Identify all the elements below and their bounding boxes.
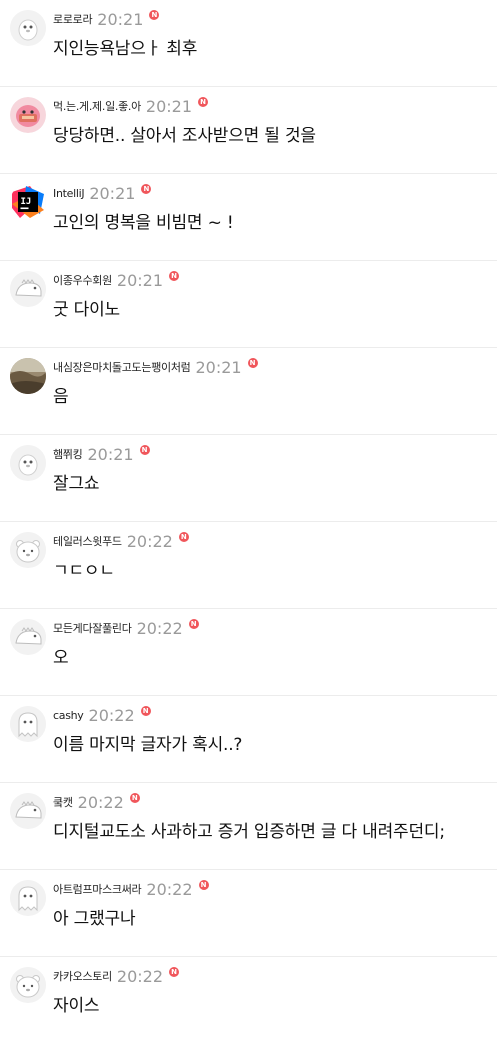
penguin-avatar-icon[interactable] [10,10,46,46]
comment-nickname[interactable]: 이종우수회원 [53,272,112,288]
comment-item: 쿸캣 20:22 N 디지털교도소 사과하고 증거 입증하면 글 다 내려주던디… [0,783,497,870]
snowbear-avatar-icon[interactable] [10,967,46,1003]
comment-item: 햄쮜킹 20:21 N 잘그쇼 [0,435,497,522]
comment-text: 굿 다이노 [53,300,120,320]
comment-item: IJ IntelliJ 20:21 N 고인의 명복을 비빔면 ~ ! [0,174,497,261]
comment-nickname[interactable]: 햄쮜킹 [53,446,83,462]
comment-nickname[interactable]: 테일러스윗푸드 [53,533,122,549]
comment-text: 아 그랬구나 [53,909,136,929]
comment-nickname[interactable]: 카카오스토리 [53,968,112,984]
comment-text: 자이스 [53,996,100,1016]
comment-item: 먹.는.게.제.일.좋.아 20:21 N 당당하면.. 살아서 조사받으면 될… [0,87,497,174]
new-badge: N [139,445,150,455]
ghost-avatar-icon[interactable] [10,880,46,916]
new-badge: N [169,271,180,281]
new-badge: N [198,880,209,890]
comment-item: 아트럼프마스크써라 20:22 N 아 그랬구나 [0,870,497,957]
new-badge: N [188,619,199,629]
comment-item: 내심장은마치돌고도는팽이처럼 20:21 N 음 [0,348,497,435]
comment-nickname[interactable]: 아트럼프마스크써라 [53,881,142,897]
comment-time: 20:22 [126,531,173,551]
comment-text: 당당하면.. 살아서 조사받으면 될 것을 [53,126,316,146]
comment-text: 음 [53,387,69,407]
new-badge: N [141,184,152,194]
comment-nickname[interactable]: IntelliJ [53,187,85,200]
dino-avatar-icon[interactable] [10,271,46,307]
comment-nickname[interactable]: 먹.는.게.제.일.좋.아 [53,98,141,114]
comment-text: 이름 마지막 글자가 혹시..? [53,735,243,755]
comment-time: 20:22 [77,792,124,812]
comment-time: 20:21 [97,9,144,29]
comment-text: 고인의 명복을 비빔면 ~ ! [53,213,234,233]
svg-text:IJ: IJ [21,197,32,207]
comment-item: 모든게다잘풀린다 20:22 N 오 [0,609,497,696]
comment-item: 테일러스윗푸드 20:22 N ㄱㄷㅇㄴ [0,522,497,609]
comment-time: 20:21 [87,444,134,464]
comment-time: 20:22 [136,618,183,638]
comment-nickname[interactable]: 내심장은마치돌고도는팽이처럼 [53,359,191,375]
comment-time: 20:21 [116,270,164,290]
comment-time: 20:21 [89,183,136,203]
new-badge: N [149,10,160,20]
intellij-logo-avatar-icon[interactable]: IJ [10,184,46,220]
comment-nickname[interactable]: cashy [53,709,84,722]
comment-nickname[interactable]: 모든게다잘풀린다 [53,620,132,636]
snowbear-avatar-icon[interactable] [10,532,46,568]
new-badge: N [140,706,151,716]
comment-nickname[interactable]: 쿸캣 [53,794,73,810]
comment-time: 20:21 [145,96,193,116]
new-badge: N [247,358,258,368]
comment-text: ㄱㄷㅇㄴ [53,561,115,581]
comment-item: cashy 20:22 N 이름 마지막 글자가 혹시..? [0,696,497,783]
comment-item: 이종우수회원 20:21 N 굿 다이노 [0,261,497,348]
new-badge: N [198,97,209,107]
new-badge: N [129,793,140,803]
pink-character-avatar-icon[interactable] [10,97,46,133]
comment-nickname[interactable]: 로로로라 [53,11,93,27]
penguin-avatar-icon[interactable] [10,445,46,481]
comment-time: 20:21 [195,357,242,377]
comment-list: 로로로라 20:21 N 지인능욕남으ㅏ 최후 먹.는.게.제.일.좋.아 20… [0,0,497,1044]
comment-text: 디지털교도소 사과하고 증거 입증하면 글 다 내려주던디; [53,822,445,842]
comment-text: 잘그쇼 [53,474,100,494]
dino-avatar-icon[interactable] [10,793,46,829]
comment-item: 로로로라 20:21 N 지인능욕남으ㅏ 최후 [0,0,497,87]
ghost-avatar-icon[interactable] [10,706,46,742]
comment-item: 카카오스토리 20:22 N 자이스 [0,957,497,1044]
comment-text: 지인능욕남으ㅏ 최후 [53,39,198,59]
new-badge: N [178,532,189,542]
comment-time: 20:22 [88,705,135,725]
dino-avatar-icon[interactable] [10,619,46,655]
new-badge: N [169,967,180,977]
landscape-photo-avatar-icon[interactable] [10,358,46,394]
comment-time: 20:22 [116,966,164,986]
comment-time: 20:22 [146,879,193,899]
comment-text: 오 [53,648,69,668]
